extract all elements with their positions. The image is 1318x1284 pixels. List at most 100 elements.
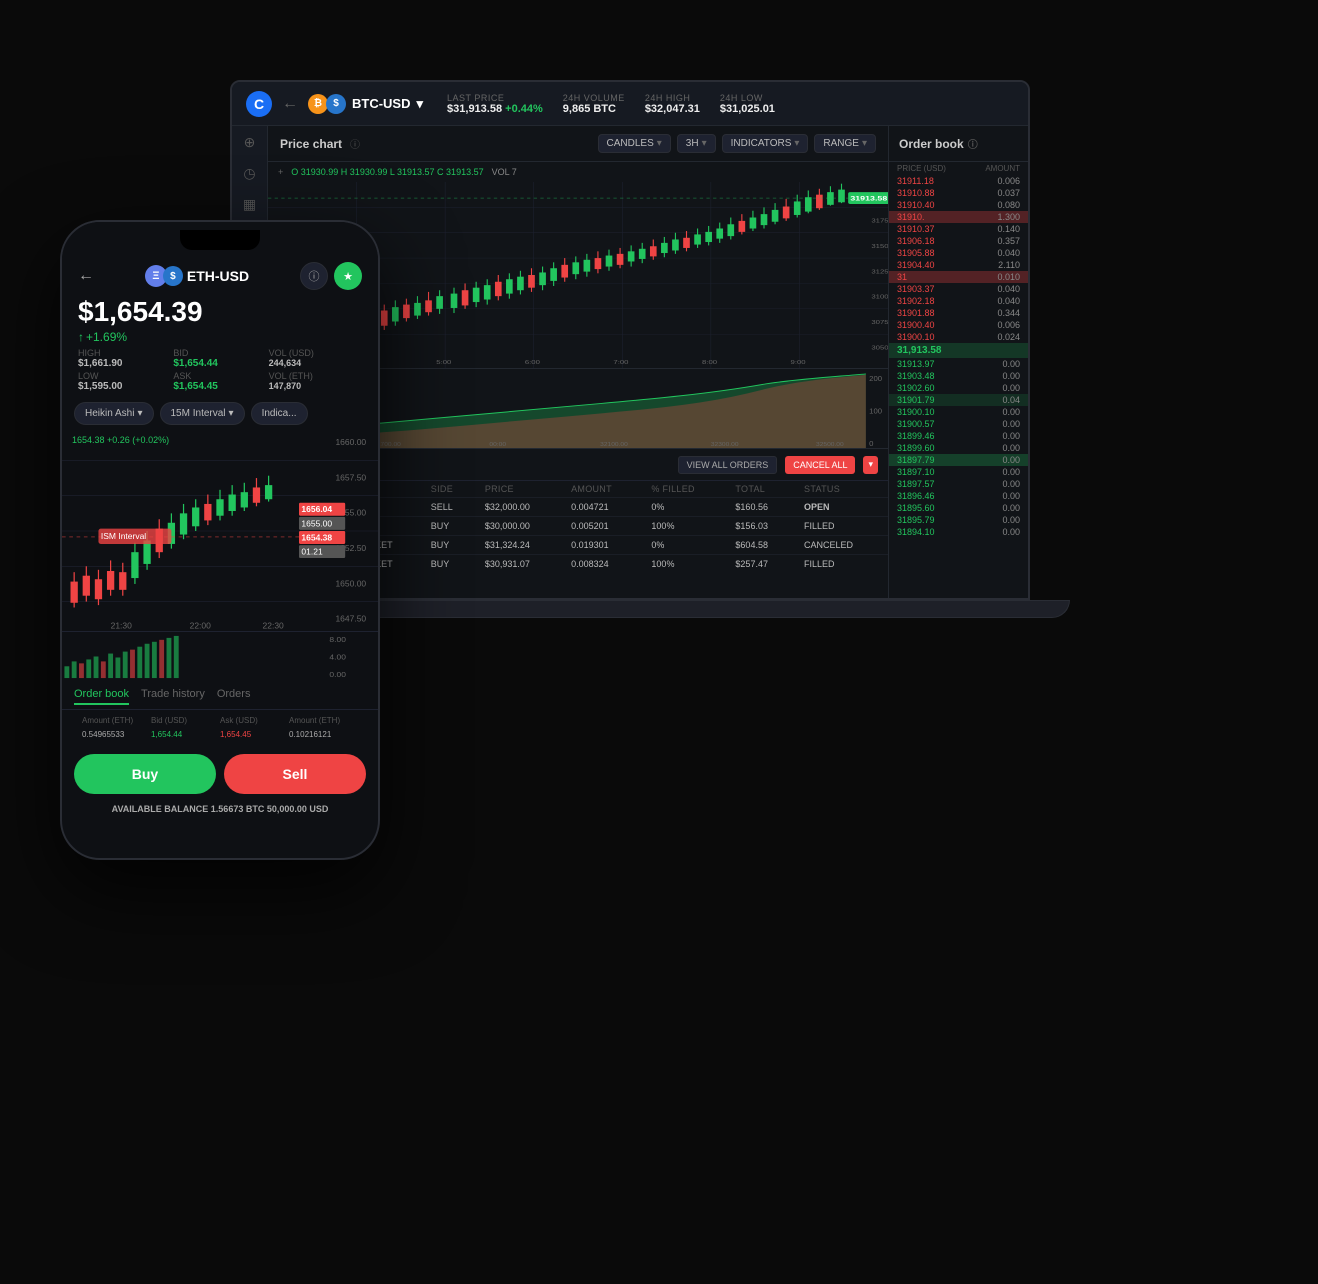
phone-price: $1,654.39 <box>62 294 378 330</box>
phone-ob-header-row: Amount (ETH) Bid (USD) Ask (USD) Amount … <box>72 714 368 727</box>
low-stat: 24H LOW $31,025.01 <box>720 93 775 115</box>
ob-buy-row: 31897.570.00 <box>889 478 1028 490</box>
svg-text:200: 200 <box>869 374 882 382</box>
phone-stat-bid: BID $1,654.44 <box>173 348 266 369</box>
svg-text:8.00: 8.00 <box>329 636 346 644</box>
heikin-ashi-button[interactable]: Heikin Ashi ▾ <box>74 402 154 425</box>
phone-notch-area <box>62 222 378 258</box>
order-book-info-icon: ⓘ <box>968 136 978 151</box>
svg-text:0.00: 0.00 <box>329 671 346 679</box>
svg-text:7:00: 7:00 <box>613 359 628 365</box>
cancel-all-button[interactable]: CANCEL ALL <box>785 456 855 474</box>
order-book-title: Order book ⓘ <box>889 126 1028 162</box>
svg-text:32300.00: 32300.00 <box>711 441 739 448</box>
range-button[interactable]: RANGE ▾ <box>814 134 876 153</box>
ob-buy-row: 31903.480.00 <box>889 370 1028 382</box>
ob-sell-row-highlight: 31910.1.300 <box>889 211 1028 223</box>
phone-chart-label: 1654.38 +0.26 (+0.02%) <box>72 435 169 445</box>
tab-orders[interactable]: Orders <box>217 685 251 705</box>
chart-icon[interactable]: ⊕ <box>244 134 256 151</box>
svg-text:21:30: 21:30 <box>111 621 133 631</box>
svg-text:31750: 31750 <box>871 218 888 224</box>
svg-text:1654.38: 1654.38 <box>301 533 332 543</box>
svg-text:5:00: 5:00 <box>436 359 451 365</box>
svg-text:9:00: 9:00 <box>791 359 806 365</box>
phone-chart: 1654.38 +0.26 (+0.02%) 1660.00 1657.50 1… <box>62 431 378 631</box>
phone-tabs: Order book Trade history Orders <box>62 681 378 710</box>
interval-button[interactable]: 15M Interval ▾ <box>160 402 245 425</box>
svg-text:1655.00: 1655.00 <box>301 518 332 528</box>
chart-info-icon[interactable]: ⓘ <box>350 136 360 151</box>
phone-market-stats: HIGH $1,661.90 BID $1,654.44 VOL (USD) 2… <box>62 344 378 396</box>
phone-pair-name: ETH-USD <box>187 268 249 284</box>
ob-buy-row: 31896.460.00 <box>889 490 1028 502</box>
phone-price-change: ↑ +1.69% <box>62 330 378 344</box>
ob-sell-row: 31911.180.006 <box>889 175 1028 187</box>
candles-button[interactable]: CANDLES ▾ <box>598 134 671 153</box>
svg-text:32100.00: 32100.00 <box>600 441 628 448</box>
orders-actions: VIEW ALL ORDERS CANCEL ALL ▾ <box>678 456 878 474</box>
ob-buy-row: 31899.600.00 <box>889 442 1028 454</box>
high-stat: 24H HIGH $32,047.31 <box>645 93 700 115</box>
phone-info-button[interactable]: ⓘ <box>300 262 328 290</box>
ob-buy-row: 31900.570.00 <box>889 418 1028 430</box>
ob-sell-row: 31900.100.024 <box>889 331 1028 343</box>
ob-sell-row: 31910.370.140 <box>889 223 1028 235</box>
svg-text:31500: 31500 <box>871 244 888 250</box>
phone-back-button[interactable]: ← <box>78 267 94 285</box>
indicators-button[interactable]: INDICATORS ▾ <box>722 134 809 153</box>
volume-stat: 24H VOLUME 9,865 BTC <box>563 93 625 115</box>
ob-buy-row: 31895.790.00 <box>889 514 1028 526</box>
svg-text:1650.00: 1650.00 <box>335 578 366 588</box>
phone-chart-controls: Heikin Ashi ▾ 15M Interval ▾ Indica... <box>62 396 378 431</box>
svg-text:31000: 31000 <box>871 294 888 300</box>
phone-stat-ask: ASK $1,654.45 <box>173 371 266 392</box>
ob-buy-row: 31899.460.00 <box>889 430 1028 442</box>
phone-stat-vol-eth: VOL (ETH) 147,870 <box>269 371 362 392</box>
phone-candlestick-chart: 1660.00 1657.50 1655.00 1652.50 1650.00 … <box>62 431 378 631</box>
phone-header: ← Ξ $ ETH-USD ⓘ ★ <box>62 258 378 294</box>
heikin-chevron: ▾ <box>137 408 142 419</box>
back-button[interactable]: ← <box>282 95 298 113</box>
market-stats: LAST PRICE $31,913.58 +0.44% 24H VOLUME … <box>447 93 775 115</box>
order-book: Order book ⓘ PRICE (USD) AMOUNT 31911.18… <box>888 126 1028 598</box>
app-logo: C <box>246 91 272 117</box>
phone-pair-info: Ξ $ ETH-USD <box>102 265 292 287</box>
ob-buy-row-highlight: 31901.790.04 <box>889 394 1028 406</box>
pair-selector[interactable]: ₿ $ BTC-USD ▾ <box>308 94 423 114</box>
phone-order-book: Amount (ETH) Bid (USD) Ask (USD) Amount … <box>62 710 378 746</box>
phone-star-button[interactable]: ★ <box>334 262 362 290</box>
phone-volume-chart: 8.00 4.00 0.00 <box>62 631 378 681</box>
svg-text:0: 0 <box>869 439 873 447</box>
view-all-orders-button[interactable]: VIEW ALL ORDERS <box>678 456 778 474</box>
chart-title: Price chart <box>280 137 342 151</box>
candles-chevron: ▾ <box>657 138 662 149</box>
bars-icon[interactable]: ▦ <box>243 196 256 213</box>
phone-stat-vol-usd: VOL (USD) 244,634 <box>269 348 362 369</box>
svg-text:00:00: 00:00 <box>489 441 506 448</box>
ob-buy-row: 31913.970.00 <box>889 358 1028 370</box>
phone-stat-low: LOW $1,595.00 <box>78 371 171 392</box>
top-nav: C ← ₿ $ BTC-USD ▾ LAST PRICE $31,913.58 … <box>232 82 1028 126</box>
tab-order-book[interactable]: Order book <box>74 685 129 705</box>
last-price-stat: LAST PRICE $31,913.58 +0.44% <box>447 93 543 115</box>
buy-button[interactable]: Buy <box>74 754 216 794</box>
clock-icon[interactable]: ◷ <box>243 165 255 182</box>
ob-sell-row: 31904.402.110 <box>889 259 1028 271</box>
phone-balance: AVAILABLE BALANCE 1.56673 BTC 50,000.00 … <box>62 802 378 820</box>
orders-dropdown-button[interactable]: ▾ <box>863 456 878 474</box>
interval-button[interactable]: 3H ▾ <box>677 134 716 153</box>
svg-text:4.00: 4.00 <box>329 653 346 661</box>
phone-stat-high: HIGH $1,661.90 <box>78 348 171 369</box>
sell-button[interactable]: Sell <box>224 754 366 794</box>
ob-mid-price: 31,913.58 <box>889 343 1028 358</box>
ob-sell-row: 31906.180.357 <box>889 235 1028 247</box>
usd-icon: $ <box>326 94 346 114</box>
tab-trade-history[interactable]: Trade history <box>141 685 205 705</box>
phone-action-buttons: Buy Sell <box>62 746 378 802</box>
phone: ← Ξ $ ETH-USD ⓘ ★ $1,654.39 ↑ +1.69% <box>60 220 380 860</box>
pair-chevron: ▾ <box>417 96 424 112</box>
indicators-phone-button[interactable]: Indica... <box>251 402 308 425</box>
phone-ob-data-row: 0.54965533 1,654.44 1,654.45 0.10216121 <box>72 727 368 742</box>
ob-buy-row: 31897.100.00 <box>889 466 1028 478</box>
